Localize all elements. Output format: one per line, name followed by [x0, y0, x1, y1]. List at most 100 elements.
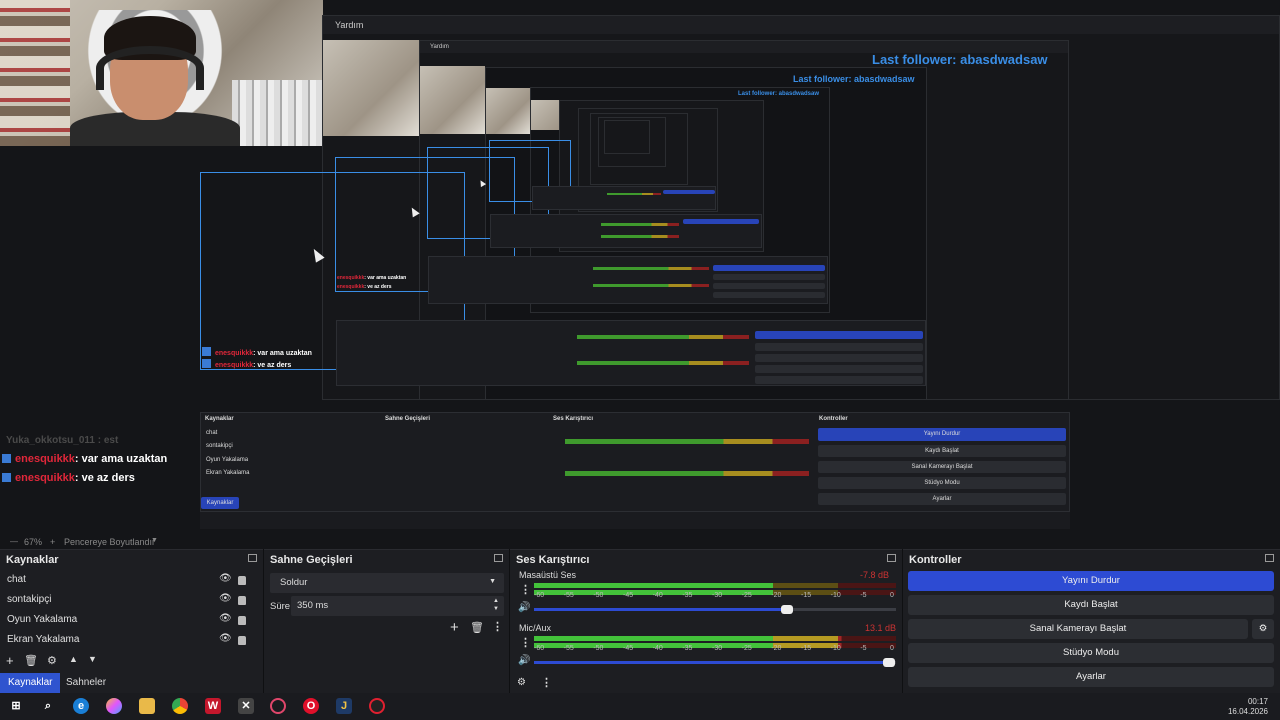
- nested-follower-2: Last follower: abasdwadsaw: [793, 74, 915, 84]
- nested-docks-5: [532, 186, 716, 210]
- intellij-icon[interactable]: J: [336, 698, 352, 714]
- channel-menu-icon[interactable]: ⋮: [520, 583, 531, 596]
- opera-gx-icon[interactable]: [270, 698, 286, 714]
- file-explorer-icon[interactable]: [139, 698, 155, 714]
- add-transition-icon[interactable]: +: [450, 619, 459, 636]
- duration-input[interactable]: 350 ms ▲ ▼: [291, 596, 504, 616]
- remove-transition-icon[interactable]: 🗑: [470, 621, 484, 634]
- visibility-eye-icon[interactable]: 👁: [219, 633, 232, 644]
- more-options-icon[interactable]: ⋮: [492, 620, 503, 633]
- opera-icon[interactable]: O: [303, 698, 319, 714]
- stepper-icon[interactable]: ▲ ▼: [493, 597, 499, 613]
- nested-taskbar: [200, 512, 1070, 529]
- volume-slider-knob[interactable]: [781, 605, 794, 614]
- source-item-chat[interactable]: chat: [7, 574, 26, 585]
- remove-source-icon[interactable]: 🗑: [24, 654, 38, 667]
- search-icon[interactable]: ⌕: [40, 698, 56, 714]
- meter-tick-label: -25: [741, 645, 752, 652]
- zoom-in-icon[interactable]: +: [50, 537, 55, 547]
- mixer-settings-gear-icon[interactable]: ⚙: [517, 677, 526, 688]
- obs-studio-icon[interactable]: [369, 698, 385, 714]
- zoom-out-icon[interactable]: —: [10, 537, 18, 546]
- nested-chat-line: enesquikkk: var ama uzaktan: [337, 275, 407, 281]
- nested-docks-3: [428, 256, 828, 304]
- volume-slider-knob[interactable]: [882, 658, 895, 667]
- preview-canvas[interactable]: Last follower: abasdwadsaw Yardım Yardım…: [0, 0, 1280, 535]
- visibility-eye-icon[interactable]: 👁: [219, 593, 232, 604]
- meter-tick-label: -25: [741, 592, 752, 599]
- nested-chat-line: enesquikkk: ve az ders: [337, 284, 392, 290]
- channel-menu-icon[interactable]: ⋮: [520, 636, 531, 649]
- nested-docks-1: Kaynaklar Sahne Geçişleri Ses Karıştırıc…: [200, 412, 1070, 512]
- start-virtual-camera-button[interactable]: Sanal Kamerayı Başlat: [908, 619, 1248, 639]
- volume-slider-fill: [534, 608, 788, 611]
- meter-tick-label: -30: [712, 592, 723, 599]
- meter-tick-label: -35: [682, 645, 693, 652]
- volume-meter: [534, 636, 896, 641]
- meter-tick-label: -50: [593, 645, 604, 652]
- nested-follower-3: Last follower: abasdwadsaw: [738, 91, 820, 97]
- float-dock-icon[interactable]: [248, 554, 257, 562]
- lock-icon[interactable]: [238, 576, 246, 585]
- chat-badge-icon: [2, 454, 11, 463]
- lock-icon[interactable]: [238, 616, 246, 625]
- meter-tick-label: -10: [830, 645, 841, 652]
- zoom-level[interactable]: 67%: [24, 537, 42, 547]
- copilot-icon[interactable]: [106, 698, 122, 714]
- lock-icon[interactable]: [238, 636, 246, 645]
- nested-webcam-1: [323, 40, 420, 136]
- channel-name: Masaüstü Ses: [519, 570, 577, 580]
- winrar-icon[interactable]: W: [205, 698, 221, 714]
- move-up-icon[interactable]: ▲: [69, 654, 78, 664]
- chrome-icon[interactable]: [172, 698, 188, 714]
- source-item-oyun-yakalama[interactable]: Oyun Yakalama: [7, 614, 77, 625]
- start-recording-button[interactable]: Kaydı Başlat: [908, 595, 1274, 615]
- float-dock-icon[interactable]: [1265, 554, 1274, 562]
- channel-db: 13.1 dB: [865, 623, 897, 633]
- preview-zoom-bar: — 67% + Pencereye Boyutlandır ▼: [0, 535, 1280, 549]
- clock-time: 00:17: [1247, 697, 1268, 706]
- virtual-camera-settings-gear-icon[interactable]: ⚙: [1252, 619, 1274, 639]
- meter-tick-label: -30: [712, 645, 723, 652]
- float-dock-icon[interactable]: [887, 554, 896, 562]
- chevron-down-icon: ▼: [489, 578, 496, 585]
- visibility-eye-icon[interactable]: 👁: [219, 613, 232, 624]
- source-properties-gear-icon[interactable]: ⚙: [47, 654, 57, 667]
- source-item-sontakipci[interactable]: sontakipçi: [7, 594, 51, 605]
- float-dock-icon[interactable]: [494, 554, 503, 562]
- add-source-icon[interactable]: +: [6, 653, 14, 668]
- lock-icon[interactable]: [238, 596, 246, 605]
- dock-title: Kaynaklar: [6, 554, 59, 566]
- nested-follower-1: Last follower: abasdwadsaw: [872, 52, 1048, 67]
- move-down-icon[interactable]: ▼: [88, 654, 97, 664]
- tab-scenes[interactable]: Sahneler: [58, 673, 114, 693]
- chat-message: : ve az ders: [74, 472, 135, 484]
- chat-message: : var ama uzaktan: [74, 453, 168, 465]
- transition-select[interactable]: Soldur ▼: [270, 573, 504, 593]
- edge-browser-icon[interactable]: e: [73, 698, 89, 714]
- capcut-icon[interactable]: ✕: [238, 698, 254, 714]
- more-options-icon[interactable]: ⋮: [541, 676, 552, 689]
- stop-stream-button[interactable]: Yayını Durdur: [908, 571, 1274, 591]
- chevron-down-icon[interactable]: ▼: [151, 537, 158, 544]
- settings-button[interactable]: Ayarlar: [908, 667, 1274, 687]
- nested-webcam-3: [486, 88, 530, 134]
- speaker-icon[interactable]: 🔊: [518, 655, 530, 666]
- chat-badge-icon: [2, 473, 11, 482]
- transitions-dock: Sahne Geçişleri Soldur ▼ Süre 350 ms ▲ ▼ …: [264, 549, 509, 693]
- meter-tick-label: -40: [652, 592, 663, 599]
- resize-mode-select[interactable]: Pencereye Boyutlandır: [64, 537, 155, 547]
- speaker-icon[interactable]: 🔊: [518, 602, 530, 613]
- tab-sources[interactable]: Kaynaklar: [0, 673, 61, 693]
- chat-username: enesquikkk: [15, 453, 75, 465]
- visibility-eye-icon[interactable]: 👁: [219, 573, 232, 584]
- source-item-ekran-yakalama[interactable]: Ekran Yakalama: [7, 634, 79, 645]
- windows-start-icon[interactable]: ⊞: [8, 698, 24, 714]
- meter-tick-label: -15: [801, 592, 812, 599]
- studio-mode-button[interactable]: Stüdyo Modu: [908, 643, 1274, 663]
- nested-docks-2: [336, 320, 926, 386]
- nested-window-title: Yardım: [323, 16, 1279, 34]
- system-clock[interactable]: 00:17 16.04.2026: [1228, 697, 1268, 717]
- meter-tick-label: -5: [860, 645, 867, 652]
- dock-title: Kontroller: [909, 554, 962, 566]
